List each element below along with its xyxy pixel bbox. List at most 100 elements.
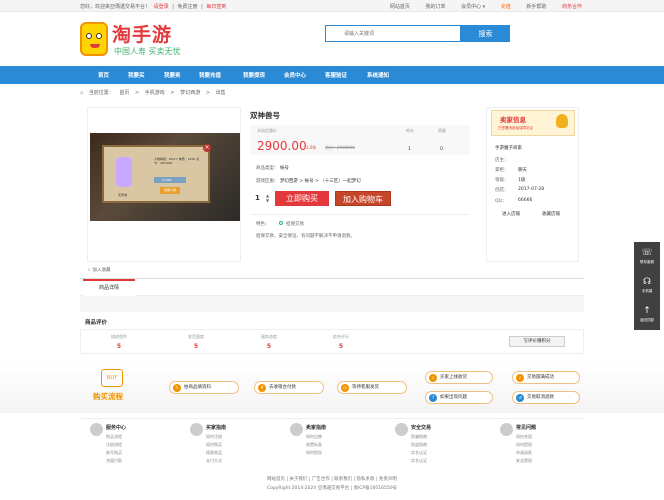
- seller-panel: 卖家信息 已签署消费者保障协议 手游魔子商家 店主： 掌柜： 聊天 等级： 1级 创…: [486, 107, 579, 262]
- mobile-button[interactable]: ☊ 手机端: [634, 273, 660, 301]
- mascot-icon: [80, 22, 108, 56]
- flow-step-label: 去收银台付款: [269, 385, 296, 390]
- top-link-member[interactable]: 会员中心 ▾: [461, 4, 485, 10]
- eval-label: 服务态度: [261, 334, 277, 339]
- nav-notice[interactable]: 系统通知: [367, 71, 389, 79]
- top-bar-right: 网站首页 我的订单 会员中心 ▾ 充值 新手帮助 商务合作: [376, 3, 582, 10]
- price-box: 本站优惠价 库存 销量 2900.00 1.0折 原价：2900000 1 0: [250, 125, 470, 155]
- footer-link[interactable]: 安全提现: [516, 458, 532, 464]
- eval-score: 5: [193, 343, 199, 350]
- nav-withdraw[interactable]: 我要提现: [243, 71, 265, 79]
- product-screenshot[interactable]: × 人物等级：69/17 体质：1256 点卡：365/000 57455 查看…: [90, 133, 240, 221]
- flow-step-label: 买家上线收货: [440, 375, 467, 380]
- category-row: 商品类型： 帐号: [256, 165, 289, 171]
- footer-link[interactable]: 如何充值: [516, 434, 532, 440]
- breadcrumb-mobile[interactable]: 手机游戏: [145, 90, 165, 96]
- search-bar: 搜索: [325, 25, 510, 42]
- seller-row-key: 等级：: [495, 178, 509, 183]
- breadcrumb-sep: >: [170, 90, 175, 96]
- top-link-recharge[interactable]: 充值: [501, 4, 511, 10]
- footer-heading: 常见问题: [516, 425, 537, 431]
- area-row: 游戏区服： 梦幻西游 > 帐号 > （十三区）一起梦幻: [256, 178, 361, 184]
- footer-link[interactable]: 如何提现: [306, 450, 322, 456]
- collect-shop-button[interactable]: 收藏店铺: [542, 211, 560, 217]
- headset-icon: ☊: [643, 277, 651, 287]
- buy-now-button[interactable]: 立即购买: [275, 191, 329, 206]
- top-link-business[interactable]: 商务合作: [562, 4, 582, 10]
- shopping-bag-icon: BUY: [101, 369, 123, 387]
- add-favorite-link[interactable]: ☆ 加入收藏: [87, 267, 110, 273]
- buyer-icon: [190, 423, 203, 436]
- footer-link[interactable]: 防骗指南: [411, 434, 427, 440]
- footer-link[interactable]: 搜索商品: [206, 450, 222, 456]
- tab-product-detail[interactable]: 商品详情: [83, 279, 135, 296]
- seller-chat-link[interactable]: 聊天: [518, 167, 527, 173]
- seller-row-key: 创店：: [495, 188, 509, 193]
- add-to-cart-button[interactable]: 加入购物车: [335, 191, 391, 206]
- top-link-help[interactable]: 新手帮助: [526, 4, 546, 10]
- close-icon: ×: [203, 144, 211, 152]
- footer-link[interactable]: 账号购买: [106, 450, 122, 456]
- register-link[interactable]: 免费注册: [178, 4, 198, 10]
- footer-link[interactable]: 如何购买: [206, 442, 222, 448]
- page-footer: 网站首页 | 关于我们 | 广告合作 | 联系我们 | 隐私条款 | 免责声明 …: [0, 476, 664, 491]
- nav-buy[interactable]: 我要买: [128, 71, 145, 79]
- side-label: 手机端: [641, 289, 653, 293]
- site-logo[interactable]: 淘手游 中国人寿 买卖无忧: [80, 20, 200, 60]
- search-button[interactable]: 搜索: [461, 25, 510, 42]
- footer-link[interactable]: 充值付款: [106, 458, 122, 464]
- seller-row: QQ： 66666: [495, 198, 532, 204]
- contact-service-button[interactable]: ☏ 联系客服: [634, 244, 660, 272]
- eval-label: 发货速度: [188, 334, 204, 339]
- eval-item: 服务态度 5: [239, 334, 299, 350]
- search-input[interactable]: [325, 25, 461, 42]
- footer-heading: 卖家指南: [306, 425, 327, 431]
- footer-links: 服务中心 购买流程 注册流程 账号购买 充值付款 买家指南 如何注册 如何购买 …: [80, 418, 584, 468]
- mascot-mouth: [90, 44, 100, 48]
- enter-shop-button[interactable]: 进入店铺: [502, 211, 520, 217]
- faq-icon: [500, 423, 513, 436]
- seller-row-value: 66666: [518, 198, 533, 203]
- footer-link[interactable]: 实名认证: [411, 458, 427, 464]
- eval-item: 综合评分 5: [311, 334, 371, 350]
- breadcrumb-label: 当前位置：: [88, 90, 114, 96]
- login-link[interactable]: 请登录: [154, 4, 169, 10]
- seller-icon: [290, 423, 303, 436]
- footer-heading: 买家指南: [206, 425, 227, 431]
- stepper-arrows-icon[interactable]: ▲ ▼: [266, 193, 269, 203]
- footer-nav-links[interactable]: 网站首页 | 关于我们 | 广告合作 | 联系我们 | 隐私条款 | 免责声明: [0, 476, 664, 482]
- breadcrumb-game[interactable]: 梦幻西游: [180, 90, 200, 96]
- quantity-value[interactable]: 1: [255, 194, 260, 202]
- chat-icon: ☏: [641, 248, 653, 258]
- seller-banner-title: 卖家信息: [500, 116, 526, 124]
- nav-home[interactable]: 首页: [98, 71, 109, 79]
- purchase-flow: BUY 购买流程 ✎ 拍商品填资料 ¥ 去收银台付款 ◷ 等待客服发货 ↓ 买家上线收货…: [0, 363, 664, 413]
- daily-sign-link[interactable]: 每日签到: [206, 4, 226, 10]
- nav-member[interactable]: 会员中心: [284, 71, 306, 79]
- footer-link[interactable]: 申请退款: [516, 450, 532, 456]
- flow-step-label: 等待客服发货: [352, 385, 379, 390]
- top-link-home[interactable]: 网站首页: [390, 4, 410, 10]
- back-to-top-button[interactable]: ↑ 返回顶部: [634, 302, 660, 330]
- breadcrumb-home[interactable]: 首页: [119, 90, 129, 96]
- eval-score: 5: [116, 343, 122, 350]
- product-gallery[interactable]: × 人物等级：69/17 体质：1256 点卡：365/000 57455 查看…: [87, 107, 241, 262]
- area-value: 梦幻西游 > 帐号 > （十三区）一起梦幻: [279, 179, 361, 184]
- write-review-button[interactable]: 写评价赚积分: [509, 336, 565, 347]
- nav-recharge[interactable]: 我要充值: [199, 71, 221, 79]
- nav-sell[interactable]: 我要卖: [164, 71, 181, 79]
- footer-link[interactable]: 收费标准: [306, 442, 322, 448]
- mascot-eye: [96, 33, 102, 39]
- footer-link[interactable]: 如何提现: [516, 442, 532, 448]
- nav-verify[interactable]: 客服验证: [325, 71, 347, 79]
- footer-link[interactable]: 如何注册: [206, 434, 222, 440]
- top-bar: 您好，欢迎来亞瑪遜交易平台！ 请登录 | 免费注册 | 每日签到 网站首页 我的…: [0, 0, 664, 12]
- top-link-orders[interactable]: 我的订单: [425, 4, 445, 10]
- flow-step: ↺ 交易取消退款: [512, 391, 580, 404]
- footer-link[interactable]: 注册流程: [106, 442, 122, 448]
- footer-link[interactable]: 实名认证: [411, 450, 427, 456]
- footer-link[interactable]: 如何出售: [306, 434, 322, 440]
- footer-link[interactable]: 支付方式: [206, 458, 222, 464]
- footer-link[interactable]: 防盗指南: [411, 442, 427, 448]
- footer-link[interactable]: 购买流程: [106, 434, 122, 440]
